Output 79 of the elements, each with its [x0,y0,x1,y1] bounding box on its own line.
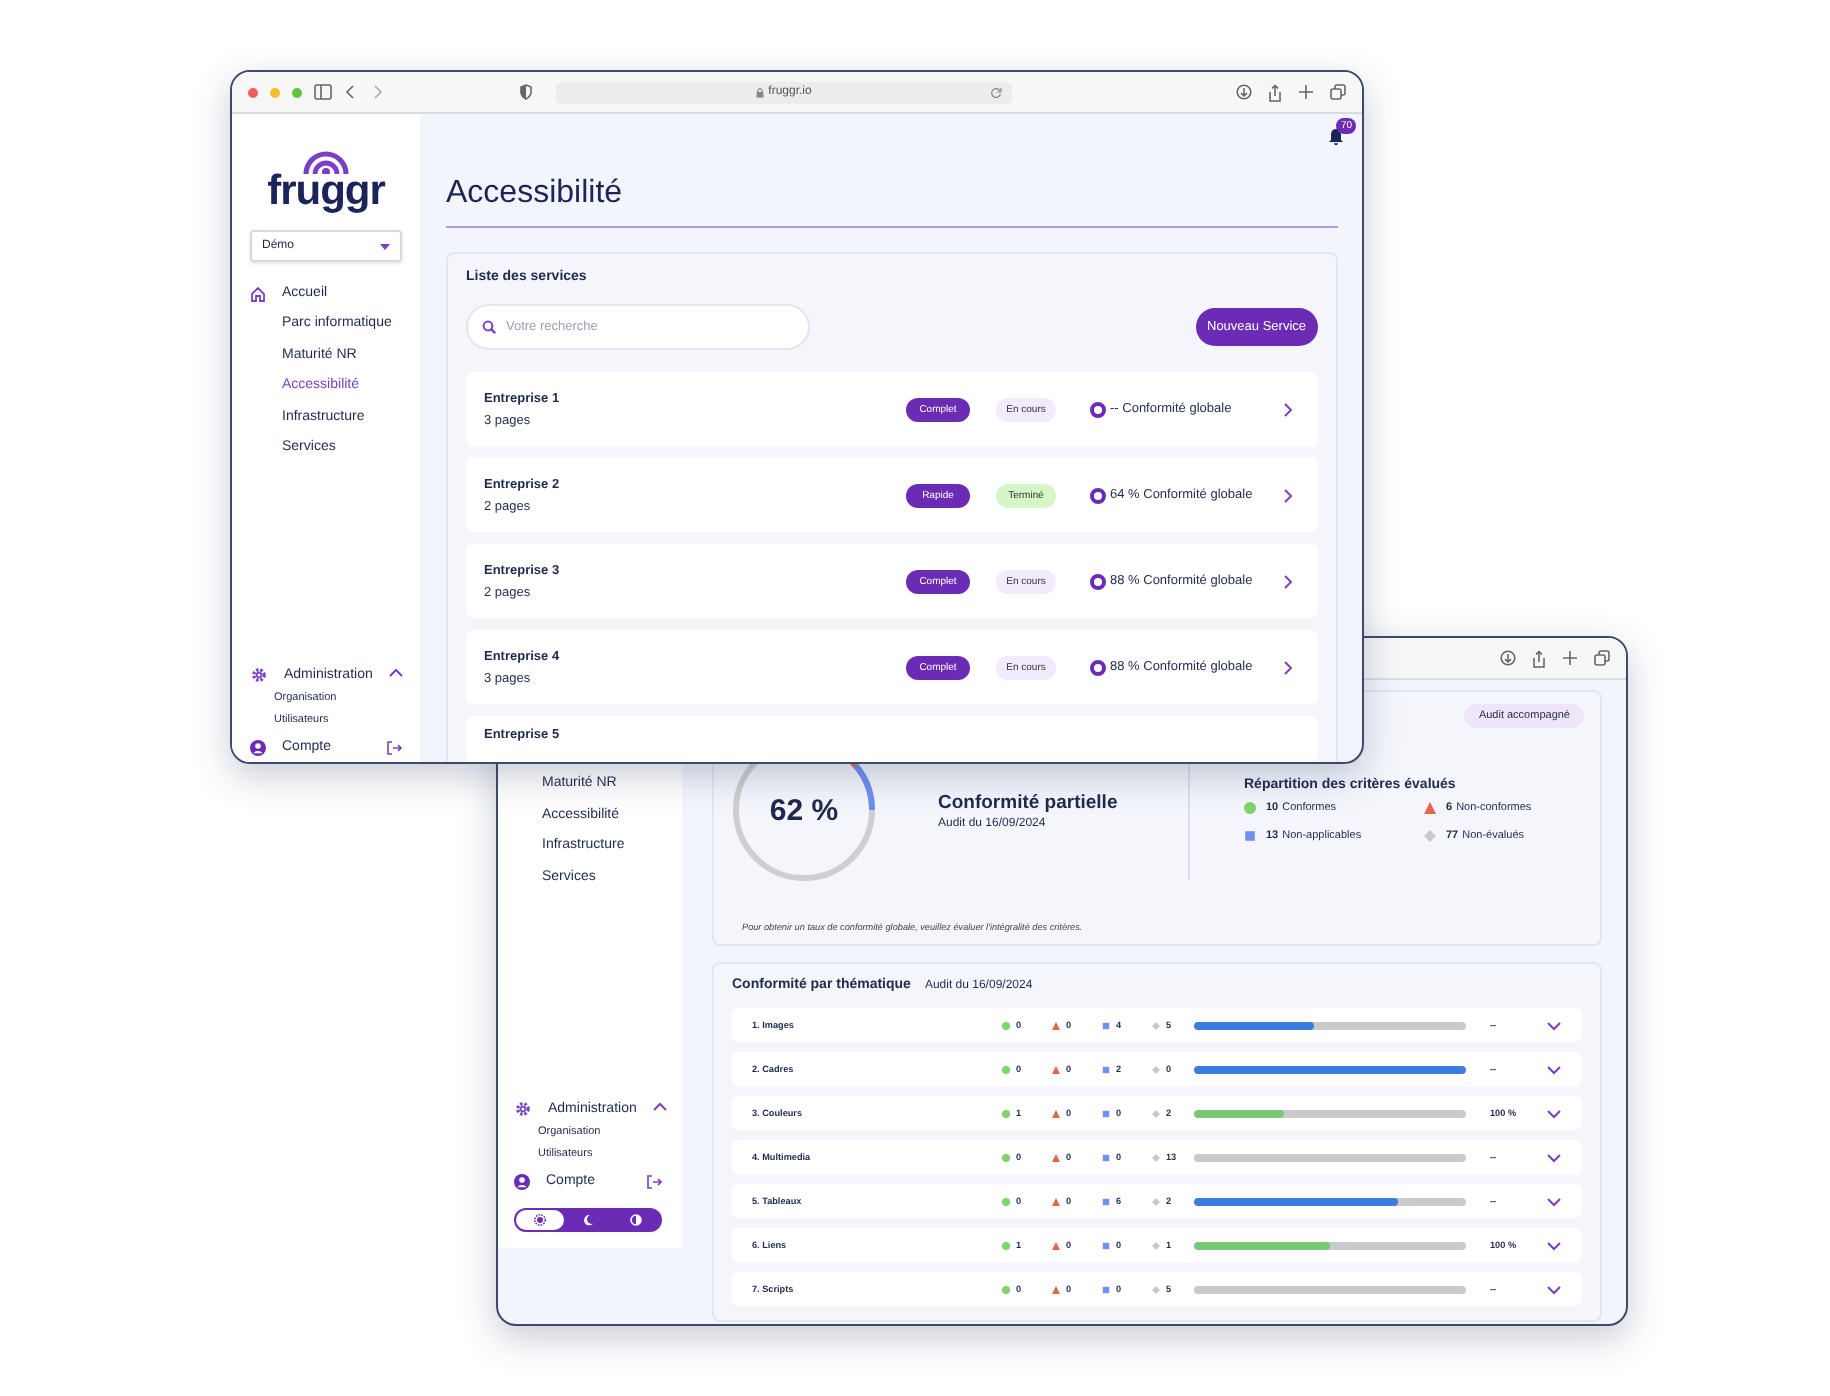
chevron-down-icon[interactable] [1546,1061,1562,1077]
chevron-right-icon[interactable] [1282,659,1294,675]
circle-icon [1002,1285,1010,1293]
lock-icon [756,87,765,97]
diamond-icon [1152,1109,1160,1117]
page-title: Accessibilité [446,176,1338,228]
chevron-down-icon[interactable] [1546,1149,1562,1165]
user-avatar-icon [514,1173,530,1189]
shield-icon[interactable] [520,84,532,100]
chevron-down-icon[interactable] [1546,1193,1562,1209]
triangle-icon [1052,1021,1060,1029]
chevron-icon[interactable] [388,666,405,682]
triangle-icon [1052,1065,1060,1073]
logout-icon[interactable] [646,1173,662,1189]
circle-icon [1002,1021,1010,1029]
user-avatar-icon [250,739,266,755]
triangle-icon [1052,1197,1060,1205]
diamond-icon [1152,1241,1160,1249]
new-tab-icon[interactable] [1562,650,1578,666]
square-icon [1102,1021,1110,1029]
circle-icon [1002,1241,1010,1249]
triangle-icon [1052,1285,1060,1293]
circle-icon [1002,1197,1010,1205]
download-icon[interactable] [1500,650,1516,666]
square-icon [1102,1153,1110,1161]
square-icon [1102,1197,1110,1205]
ring-icon [1090,659,1106,675]
theme-toggle[interactable] [514,1208,662,1232]
chevron-right-icon[interactable] [1282,487,1294,503]
reload-icon[interactable] [990,85,1002,97]
logout-icon[interactable] [386,739,402,755]
circle-icon [1002,1153,1010,1161]
triangle-icon [1052,1109,1060,1117]
back-icon[interactable] [344,84,360,100]
triangle-icon [1052,1153,1060,1161]
chevron-icon[interactable] [652,1100,669,1116]
tabs-icon[interactable] [1594,650,1610,666]
chevron-right-icon[interactable] [1282,401,1294,417]
square-icon [1102,1065,1110,1073]
chevron-down-icon[interactable] [1546,1105,1562,1121]
circle-icon [1002,1065,1010,1073]
diamond-icon [1152,1153,1160,1161]
contrast-icon [630,1214,642,1226]
square-icon [1102,1285,1110,1293]
chevron-down-icon[interactable] [1546,1281,1562,1297]
gear-icon [514,1099,532,1117]
ring-icon [1090,487,1106,503]
tabs-icon[interactable] [1330,84,1346,100]
square-icon [1102,1109,1110,1117]
diamond-icon [1152,1197,1160,1205]
search-icon [482,320,496,334]
download-icon[interactable] [1236,84,1252,100]
window-control[interactable] [248,87,258,97]
theme-option[interactable] [516,1210,564,1230]
diamond-icon [1152,1065,1160,1073]
gear-icon [250,665,268,683]
status-title: Conformité partielle [938,791,1120,813]
diamond-icon [1152,1285,1160,1293]
signal-arcs-icon [300,146,352,174]
score-value: 62 % [769,793,839,827]
logo-text: fruggr [267,174,385,210]
bell-icon[interactable] [1328,128,1344,146]
circle-icon [1002,1109,1010,1117]
chevron-down-icon[interactable] [1546,1017,1562,1033]
new-tab-icon[interactable] [1298,84,1314,100]
dropdown-caret-icon [380,243,390,249]
sun-icon [534,1214,546,1226]
chevron-down-icon[interactable] [1546,1237,1562,1253]
home-icon [250,285,266,301]
diamond-icon [1152,1021,1160,1029]
ring-icon [1090,401,1106,417]
ring-icon [1090,573,1106,589]
square-icon [1102,1241,1110,1249]
share-icon[interactable] [1268,83,1282,101]
share-icon[interactable] [1532,649,1546,667]
triangle-icon [1052,1241,1060,1249]
chevron-right-icon[interactable] [1282,573,1294,589]
moon-icon [582,1214,594,1226]
sidebar-toggle-icon[interactable] [314,84,332,100]
